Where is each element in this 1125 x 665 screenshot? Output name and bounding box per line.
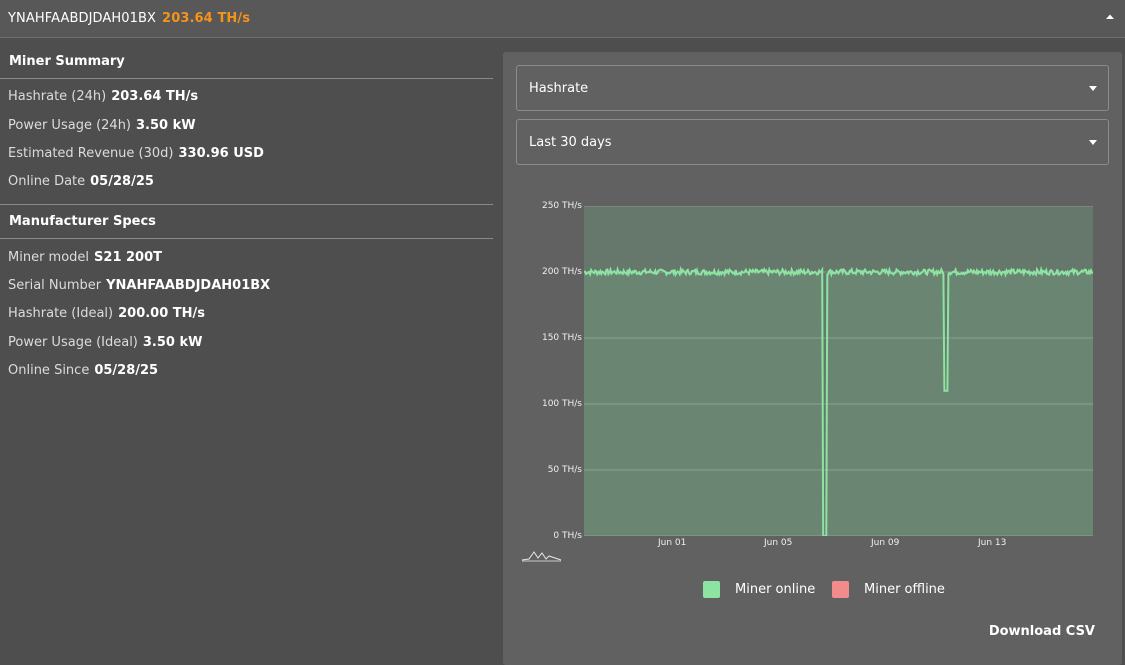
miner-header[interactable]: YNAHFAABDJDAH01BX 203.64 TH/s bbox=[0, 0, 1125, 38]
miner-details-panel: Miner Summary Hashrate (24h) 203.64 TH/s … bbox=[0, 39, 500, 665]
row-value: YNAHFAABDJDAH01BX bbox=[106, 278, 271, 293]
series-area bbox=[584, 269, 1093, 536]
chart-logo-icon bbox=[521, 551, 562, 562]
y-tick-label: 250 TH/s bbox=[541, 201, 582, 211]
divider bbox=[0, 78, 493, 79]
x-tick-label: Jun 05 bbox=[764, 538, 793, 548]
summary-row-hashrate: Hashrate (24h) 203.64 TH/s bbox=[8, 89, 198, 104]
chart-legend: Miner online Miner offline bbox=[503, 581, 1122, 599]
legend-label: Miner offline bbox=[864, 582, 945, 597]
spec-row-power-ideal: Power Usage (Ideal) 3.50 kW bbox=[8, 335, 202, 350]
row-value: S21 200T bbox=[94, 250, 163, 265]
spec-row-hashrate-ideal: Hashrate (Ideal) 200.00 TH/s bbox=[8, 306, 205, 321]
row-value: 3.50 kW bbox=[142, 335, 203, 350]
row-label: Power Usage (Ideal) bbox=[8, 335, 138, 350]
metric-select[interactable]: Hashrate bbox=[516, 65, 1109, 111]
legend-offline[interactable]: Miner offline bbox=[832, 581, 945, 598]
chart-plot-area bbox=[584, 206, 1093, 536]
spec-row-serial: Serial Number YNAHFAABDJDAH01BX bbox=[8, 278, 270, 293]
download-csv-button[interactable]: Download CSV bbox=[989, 624, 1095, 639]
y-tick-label: 100 TH/s bbox=[541, 399, 582, 409]
summary-row-power: Power Usage (24h) 3.50 kW bbox=[8, 118, 196, 133]
row-label: Hashrate (Ideal) bbox=[8, 306, 114, 321]
row-value: 05/28/25 bbox=[90, 174, 154, 189]
row-value: 330.96 USD bbox=[178, 146, 264, 161]
legend-label: Miner online bbox=[735, 582, 816, 597]
row-label: Hashrate (24h) bbox=[8, 89, 107, 104]
row-value: 203.64 TH/s bbox=[111, 89, 199, 104]
legend-swatch bbox=[832, 581, 849, 598]
row-label: Online Since bbox=[8, 363, 90, 378]
spec-row-model: Miner model S21 200T bbox=[8, 250, 162, 265]
row-label: Serial Number bbox=[8, 278, 102, 293]
row-label: Online Date bbox=[8, 174, 86, 189]
row-label: Miner model bbox=[8, 250, 90, 265]
x-tick-label: Jun 01 bbox=[658, 538, 687, 548]
divider bbox=[0, 238, 493, 239]
caret-down-icon bbox=[1089, 140, 1097, 145]
spec-row-online-since: Online Since 05/28/25 bbox=[8, 363, 158, 378]
y-tick-label: 0 TH/s bbox=[553, 531, 582, 541]
caret-down-icon bbox=[1089, 86, 1097, 91]
row-value: 05/28/25 bbox=[94, 363, 159, 378]
row-value: 3.50 kW bbox=[136, 118, 196, 133]
x-tick-label: Jun 09 bbox=[871, 538, 900, 548]
divider bbox=[0, 204, 493, 205]
metric-select-value: Hashrate bbox=[529, 81, 589, 96]
range-select-value: Last 30 days bbox=[529, 135, 612, 150]
summary-row-revenue: Estimated Revenue (30d) 330.96 USD bbox=[8, 146, 264, 161]
y-tick-label: 50 TH/s bbox=[547, 465, 582, 475]
row-label: Estimated Revenue (30d) bbox=[8, 146, 174, 161]
header-title: YNAHFAABDJDAH01BX 203.64 TH/s bbox=[8, 11, 250, 26]
miner-serial: YNAHFAABDJDAH01BX bbox=[8, 11, 157, 26]
manufacturer-specs-title: Manufacturer Specs bbox=[9, 214, 156, 229]
range-select[interactable]: Last 30 days bbox=[516, 119, 1109, 165]
y-tick-label: 200 TH/s bbox=[541, 267, 582, 277]
miner-hashrate: 203.64 TH/s bbox=[162, 11, 251, 26]
x-tick-label: Jun 13 bbox=[978, 538, 1007, 548]
chevron-up-icon[interactable] bbox=[1103, 12, 1117, 24]
summary-row-online-date: Online Date 05/28/25 bbox=[8, 174, 154, 189]
legend-swatch bbox=[703, 581, 720, 598]
miner-summary-title: Miner Summary bbox=[9, 54, 125, 69]
legend-online[interactable]: Miner online bbox=[703, 581, 815, 598]
hashrate-chart[interactable]: 250 TH/s 200 TH/s 150 TH/s 100 TH/s 50 T… bbox=[503, 192, 1122, 572]
row-value: 200.00 TH/s bbox=[118, 306, 206, 321]
row-label: Power Usage (24h) bbox=[8, 118, 131, 133]
y-tick-label: 150 TH/s bbox=[541, 333, 582, 343]
chart-card: Hashrate Last 30 days 250 TH/s 200 TH/s … bbox=[503, 52, 1122, 665]
